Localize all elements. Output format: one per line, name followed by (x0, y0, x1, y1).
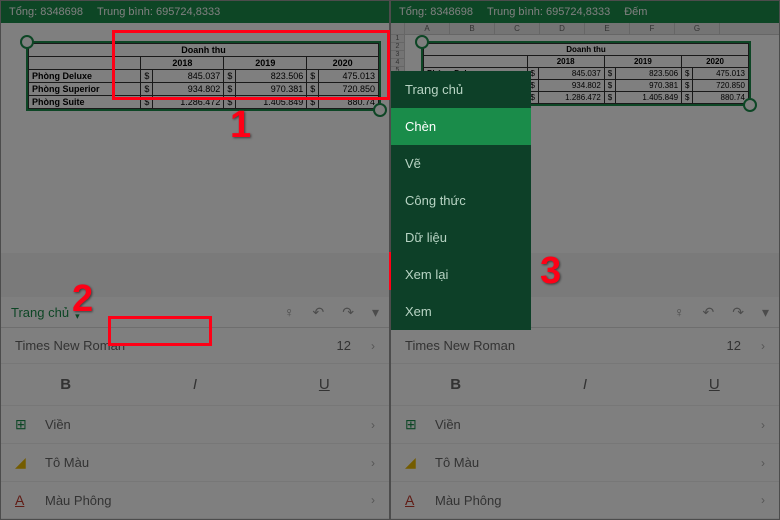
bold-button[interactable]: B (391, 364, 520, 405)
fill-option[interactable]: ◢ Tô Màu › (391, 444, 779, 482)
underline-button[interactable]: U (260, 364, 389, 405)
menu-item-draw[interactable]: Vẽ (391, 145, 531, 182)
selection-handle-bottom-right[interactable] (373, 103, 387, 117)
selection-handle-top-left[interactable] (20, 35, 34, 49)
fill-icon: ◢ (15, 454, 35, 471)
collapse-icon[interactable]: ▾ (372, 304, 379, 321)
bottom-toolbar: Trang chủ ▴▾ ♀ ↶ ↷ ▾ Times New Roman 12 … (391, 297, 779, 519)
annotation-1: 1 (230, 104, 251, 147)
chevron-right-icon: › (761, 456, 765, 470)
border-option[interactable]: ⊞ Viền › (391, 406, 779, 444)
lightbulb-icon[interactable]: ♀ (674, 304, 685, 321)
font-selector[interactable]: Times New Roman 12 › (391, 328, 779, 364)
annotation-3: 3 (540, 250, 561, 293)
redo-icon[interactable]: ↷ (732, 304, 744, 321)
bold-button[interactable]: B (1, 364, 130, 405)
annotation-2: 2 (72, 278, 93, 321)
lightbulb-icon[interactable]: ♀ (284, 304, 295, 321)
font-color-icon: A (405, 492, 425, 508)
redo-icon[interactable]: ↷ (342, 304, 354, 321)
undo-icon[interactable]: ↶ (703, 304, 715, 321)
menu-item-formulas[interactable]: Công thức (391, 182, 531, 219)
border-icon: ⊞ (15, 416, 35, 433)
italic-button[interactable]: I (130, 364, 259, 405)
border-icon: ⊞ (405, 416, 425, 433)
fontcolor-option[interactable]: A Màu Phông › (1, 482, 389, 519)
status-bar: Tổng: 8348698 Trung bình: 695724,8333 Đế… (391, 1, 779, 23)
left-screenshot: Tổng: 8348698 Trung bình: 695724,8333 Do… (0, 0, 390, 520)
chevron-right-icon: › (761, 418, 765, 432)
chevron-right-icon: › (761, 339, 765, 353)
revenue-table: Doanh thu 201820192020 Phòng Deluxe$845.… (28, 43, 379, 109)
right-screenshot: Tổng: 8348698 Trung bình: 695724,8333 Đế… (390, 0, 780, 520)
border-option[interactable]: ⊞ Viền › (1, 406, 389, 444)
tab-selector[interactable]: Trang chủ ▴▾ (11, 303, 80, 321)
undo-icon[interactable]: ↶ (313, 304, 325, 321)
chevron-right-icon: › (371, 493, 375, 507)
selection-handle-top-left[interactable] (415, 35, 429, 49)
bottom-toolbar: Trang chủ ▴▾ ♀ ↶ ↷ ▾ Times New Roman 12 … (1, 297, 389, 519)
chevron-right-icon: › (371, 339, 375, 353)
selection-box[interactable]: Doanh thu 201820192020 Phòng Deluxe$845.… (26, 41, 381, 111)
fontcolor-option[interactable]: A Màu Phông › (391, 482, 779, 519)
menu-item-view[interactable]: Xem (391, 293, 531, 330)
status-bar: Tổng: 8348698 Trung bình: 695724,8333 (1, 1, 389, 23)
underline-button[interactable]: U (650, 364, 779, 405)
tab-menu-popup: Trang chủ Chèn Vẽ Công thức Dữ liệu Xem … (391, 71, 531, 330)
font-color-icon: A (15, 492, 35, 508)
selection-handle-bottom-right[interactable] (743, 98, 757, 112)
italic-button[interactable]: I (520, 364, 649, 405)
chevron-right-icon: › (761, 493, 765, 507)
collapse-icon[interactable]: ▾ (762, 304, 769, 321)
menu-item-insert[interactable]: Chèn (391, 108, 531, 145)
menu-item-data[interactable]: Dữ liệu (391, 219, 531, 256)
menu-item-home[interactable]: Trang chủ (391, 71, 531, 108)
chevron-right-icon: › (371, 418, 375, 432)
spreadsheet-area[interactable]: Doanh thu 201820192020 Phòng Deluxe$845.… (1, 23, 389, 253)
font-selector[interactable]: Times New Roman 12 › (1, 328, 389, 364)
fill-icon: ◢ (405, 454, 425, 471)
chevron-right-icon: › (371, 456, 375, 470)
menu-item-review[interactable]: Xem lại (391, 256, 531, 293)
fill-option[interactable]: ◢ Tô Màu › (1, 444, 389, 482)
